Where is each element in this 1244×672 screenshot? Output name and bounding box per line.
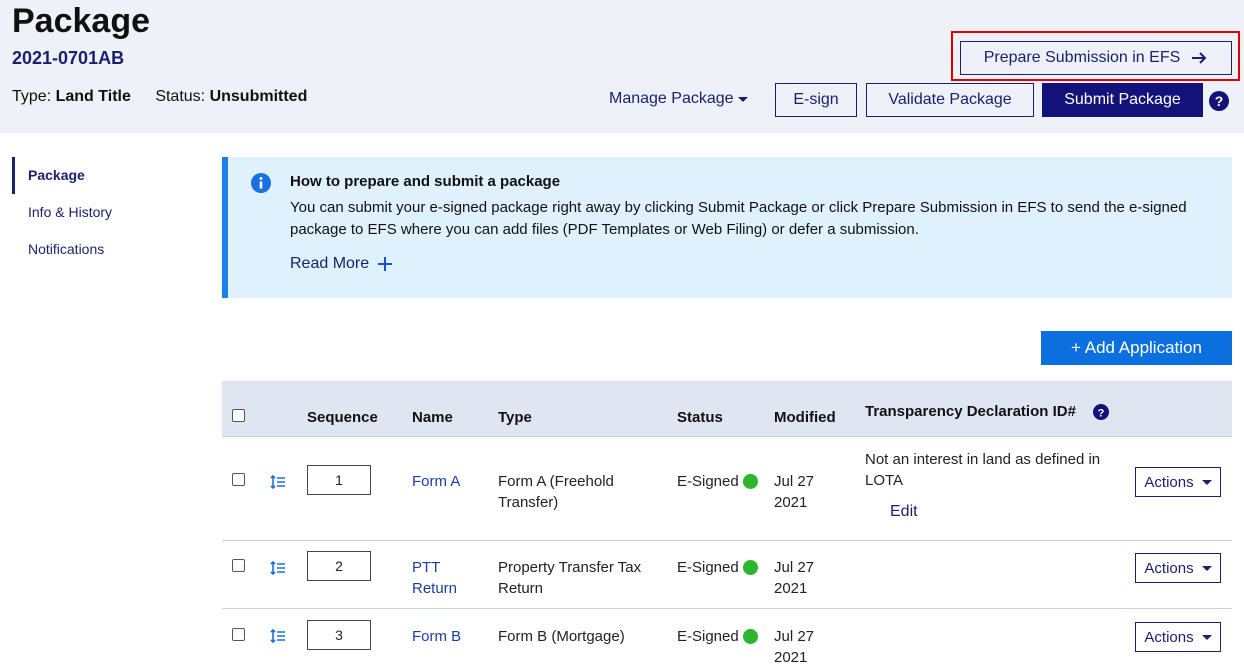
arrow-right-icon [1192,52,1207,64]
table-row: Form B Form B (Mortgage) E-Signed Jul 27… [222,609,1232,672]
status-dot-icon [742,629,758,644]
plus-icon [378,257,393,271]
sequence-input[interactable] [307,620,371,650]
caret-down-icon [1201,479,1212,485]
actions-dropdown[interactable]: Actions [1135,553,1221,583]
column-header-status: Status [677,409,723,426]
sidebar-item-info-history[interactable]: Info & History [12,194,112,231]
column-header-sequence: Sequence [307,409,378,426]
sidebar-item-notifications[interactable]: Notifications [12,231,112,268]
manage-package-dropdown[interactable]: Manage Package [609,90,748,108]
reorder-icon[interactable] [270,561,286,575]
reorder-icon[interactable] [270,475,286,489]
edit-link[interactable]: Edit [890,503,918,521]
row-transparency: Not an interest in land as defined in LO… [865,451,1101,489]
caret-down-icon [737,96,748,102]
page-title: Package [12,2,150,40]
sequence-input[interactable] [307,465,371,495]
status-text: E-Signed [677,559,739,576]
caret-down-icon [1201,634,1212,640]
row-checkbox[interactable] [232,628,245,641]
select-all-checkbox[interactable] [232,409,245,422]
row-modified: Jul 27 2021 [774,473,815,511]
row-status: E-Signed [677,557,758,578]
row-type: Form B (Mortgage) [498,628,625,645]
package-meta: Type: Land Title Status: Unsubmitted [12,88,307,106]
column-header-transparency: Transparency Declaration ID# [865,403,1076,420]
status-text: E-Signed [677,628,739,645]
submit-package-button[interactable]: Submit Package [1042,83,1203,117]
actions-dropdown[interactable]: Actions [1135,622,1221,652]
prepare-submission-button[interactable]: Prepare Submission in EFS [960,41,1232,75]
add-application-button[interactable]: + Add Application [1041,331,1232,365]
row-modified: Jul 27 2021 [774,628,815,666]
column-header-name: Name [412,409,453,426]
help-icon[interactable]: ? [1093,404,1109,420]
row-checkbox[interactable] [232,559,245,572]
row-name-link[interactable]: Form B [412,626,461,647]
status-value: Unsubmitted [209,88,308,105]
info-callout: How to prepare and submit a package You … [222,157,1232,298]
esign-button[interactable]: E-sign [775,83,857,117]
status-dot-icon [742,560,758,575]
row-modified: Jul 27 2021 [774,559,815,597]
sequence-input[interactable] [307,551,371,581]
sidebar-item-package[interactable]: Package [12,157,112,194]
table-row: Form A Form A (Freehold Transfer) E-Sign… [222,437,1232,541]
table-row: PTT Return Property Transfer Tax Return … [222,541,1232,609]
read-more-link[interactable]: Read More [290,255,393,273]
caret-down-icon [1201,565,1212,571]
help-icon[interactable]: ? [1209,91,1229,111]
type-label: Type: [12,88,52,105]
row-name-link[interactable]: PTT Return [412,557,472,599]
row-status: E-Signed [677,626,758,647]
status-label: Status: [155,88,206,105]
type-value: Land Title [55,88,131,105]
svg-text:?: ? [1098,407,1105,419]
actions-label: Actions [1144,628,1194,646]
info-title: How to prepare and submit a package [290,173,561,190]
table-header: Sequence Name Type Status Modified Trans… [222,381,1232,437]
row-type: Property Transfer Tax Return [498,559,642,597]
row-type: Form A (Freehold Transfer) [498,473,614,511]
package-id: 2021-0701AB [12,48,125,68]
row-checkbox[interactable] [232,473,245,486]
read-more-label: Read More [290,255,370,272]
status-text: E-Signed [677,473,739,490]
column-header-modified: Modified [774,409,836,426]
status-dot-icon [742,474,758,489]
actions-dropdown[interactable]: Actions [1135,467,1221,497]
manage-package-label: Manage Package [609,90,734,107]
validate-package-button[interactable]: Validate Package [866,83,1034,117]
info-icon [251,173,271,193]
column-header-type: Type [498,409,532,426]
info-text: You can submit your e-signed package rig… [290,199,1187,238]
reorder-icon[interactable] [270,629,286,643]
row-status: E-Signed [677,471,758,492]
actions-label: Actions [1144,559,1194,577]
page-header: Package 2021-0701AB Type: Land Title Sta… [0,0,1244,133]
svg-text:?: ? [1215,93,1224,109]
prepare-submission-label: Prepare Submission in EFS [983,49,1181,66]
row-name-link[interactable]: Form A [412,471,460,492]
actions-label: Actions [1144,473,1194,491]
side-navigation: Package Info & History Notifications [12,157,112,268]
